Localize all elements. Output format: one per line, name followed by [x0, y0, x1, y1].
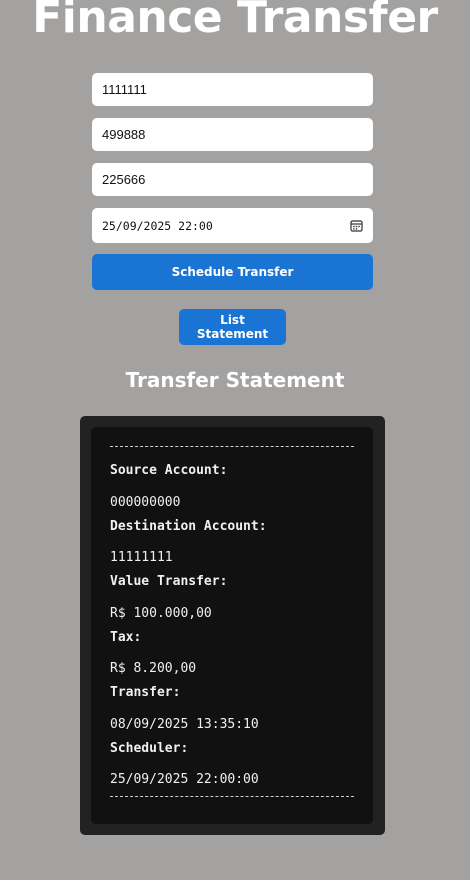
statement-separator-top	[110, 446, 354, 447]
schedule-transfer-button[interactable]: Schedule Transfer	[92, 254, 373, 290]
statement-separator-bottom	[110, 796, 354, 797]
statement-label-scheduler: Scheduler:	[110, 741, 189, 756]
schedule-datetime-value: 25/09/2025 22:00	[102, 218, 213, 233]
page-title: Finance Transfer	[32, 0, 438, 43]
statement-box	[91, 427, 373, 824]
statement-value-scheduler: 25/09/2025 22:00:00	[110, 772, 259, 787]
statement-value-transfer: 08/09/2025 13:35:10	[110, 717, 259, 732]
calendar-icon[interactable]	[349, 219, 363, 233]
statement-value-source-account: 000000000	[110, 495, 181, 510]
statement-title: Transfer Statement	[125, 368, 345, 392]
schedule-datetime-input[interactable]: 25/09/2025 22:00	[92, 208, 373, 243]
statement-label-destination-account: Destination Account:	[110, 519, 267, 534]
source-account-input[interactable]	[92, 73, 373, 106]
statement-value-tax: R$ 8.200,00	[110, 661, 197, 676]
destination-account-input[interactable]	[92, 118, 373, 151]
statement-value-destination-account: 11111111	[110, 550, 173, 565]
statement-label-tax: Tax:	[110, 630, 142, 645]
list-statement-button[interactable]: List Statement	[179, 309, 286, 345]
statement-label-transfer: Transfer:	[110, 685, 181, 700]
statement-label-value-transfer: Value Transfer:	[110, 574, 228, 589]
statement-value-value-transfer: R$ 100.000,00	[110, 606, 212, 621]
value-input[interactable]	[92, 163, 373, 196]
statement-label-source-account: Source Account:	[110, 463, 228, 478]
